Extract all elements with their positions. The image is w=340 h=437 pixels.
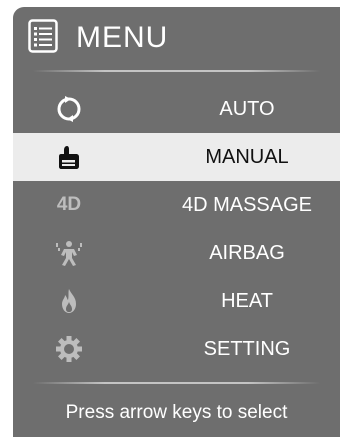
menu-item-4d-massage[interactable]: 4D 4D MASSAGE	[13, 181, 340, 229]
footer-divider	[33, 382, 320, 384]
menu-header: MENU	[13, 7, 340, 75]
menu-item-setting[interactable]: SETTING	[13, 325, 340, 373]
menu-item-label: HEAT	[221, 290, 273, 312]
menu-item-heat[interactable]: HEAT	[13, 277, 340, 325]
4d-icon: 4D	[53, 190, 85, 220]
header-divider	[33, 70, 320, 72]
menu-item-label: AUTO	[219, 98, 275, 120]
menu-item-manual[interactable]: MANUAL	[13, 133, 340, 181]
menu-panel: MENU AUTO MANUAL 4D 4D MASSAGE AIRBAG HE…	[13, 7, 340, 437]
hand-thumb-icon	[53, 142, 85, 172]
airbag-person-icon	[53, 238, 85, 268]
4d-icon-text: 4D	[56, 194, 82, 215]
flame-icon	[53, 286, 85, 316]
menu-item-label: MANUAL	[205, 146, 289, 168]
gear-icon	[53, 334, 85, 364]
menu-item-auto[interactable]: AUTO	[13, 85, 340, 133]
menu-item-label: 4D MASSAGE	[181, 194, 313, 216]
menu-item-label: AIRBAG	[209, 242, 285, 264]
menu-item-label: SETTING	[203, 338, 291, 360]
list-menu-icon	[28, 19, 58, 53]
footer-hint: Press arrow keys to select	[65, 402, 288, 423]
menu-item-airbag[interactable]: AIRBAG	[13, 229, 340, 277]
menu-title: MENU	[76, 21, 169, 54]
menu-list: AUTO MANUAL 4D 4D MASSAGE AIRBAG HEAT SE…	[13, 85, 340, 373]
cycle-arrows-icon	[53, 94, 85, 124]
